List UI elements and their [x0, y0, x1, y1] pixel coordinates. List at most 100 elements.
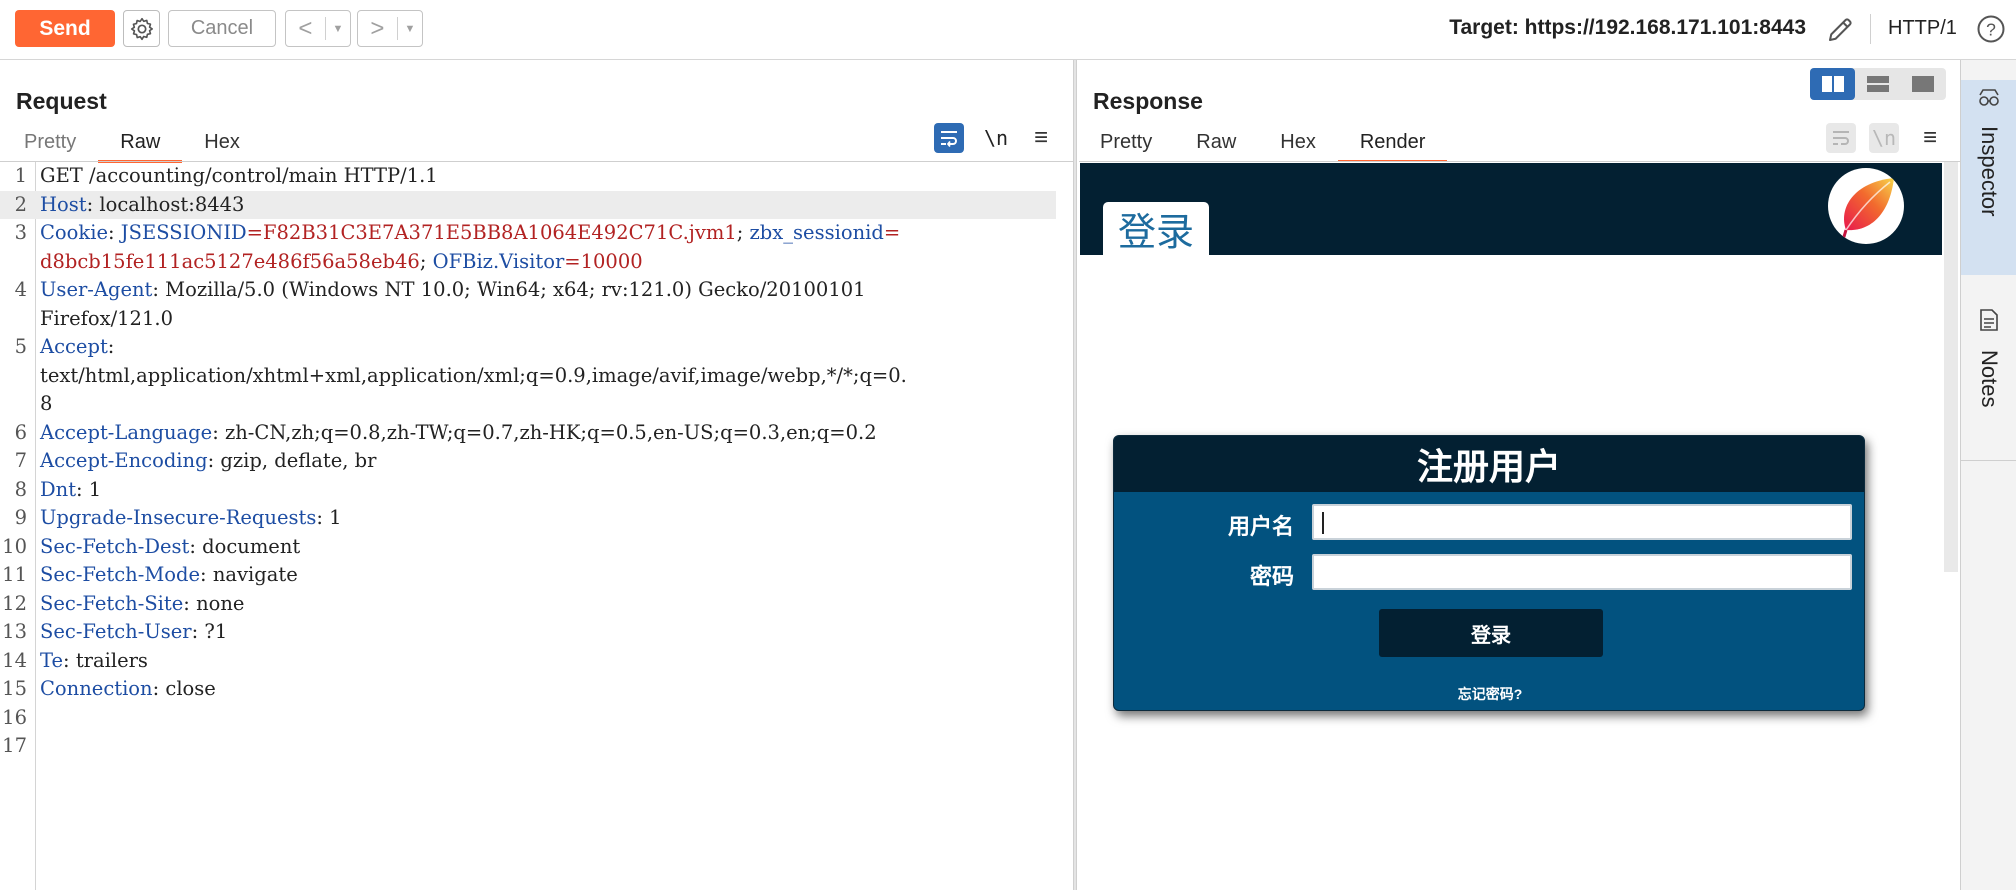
header-name: Host [40, 192, 87, 216]
header-name: Sec-Fetch-User [40, 620, 192, 643]
request-line[interactable]: 13 Sec-Fetch-User: ?1 [0, 618, 1056, 647]
response-wrap-toggle[interactable] [1826, 123, 1856, 153]
header-name: Sec-Fetch-Dest [40, 534, 190, 558]
username-input[interactable] [1312, 504, 1852, 540]
request-line[interactable]: 7 Accept-Encoding: gzip, deflate, br [0, 447, 1056, 476]
request-tabs: Pretty Raw Hex [2, 128, 262, 163]
send-button[interactable]: Send [15, 10, 115, 47]
line-number: 2 [14, 192, 27, 216]
request-editor[interactable]: 1 GET /accounting/control/main HTTP/1.1 2 H… [0, 162, 1073, 890]
response-newline-toggle[interactable]: \n [1869, 123, 1899, 153]
request-line[interactable]: Firefox/121.0 [0, 305, 1056, 334]
header-value: : [108, 221, 121, 244]
tab-response-hex[interactable]: Hex [1258, 128, 1338, 163]
request-line[interactable]: 9 Upgrade-Insecure-Requests: 1 [0, 504, 1056, 533]
line-text: Accept-Encoding: gzip, deflate, br [40, 447, 376, 476]
login-button[interactable]: 登录 [1379, 609, 1603, 657]
forgot-password-link[interactable]: 忘记密码? [1114, 684, 1864, 704]
header-name: User-Agent [40, 278, 153, 301]
username-label: 用户名 [1227, 514, 1294, 539]
tab-response-pretty[interactable]: Pretty [1078, 128, 1174, 163]
inspector-icon [1979, 89, 1999, 106]
line-text: Sec-Fetch-Dest: document [40, 533, 300, 562]
history-back-dropdown[interactable]: ▼ [324, 17, 350, 40]
line-text: d8bcb15fe111ac5127e486f56a58eb46; OFBiz.… [40, 248, 643, 277]
request-line[interactable]: 10 Sec-Fetch-Dest: document [0, 533, 1056, 562]
password-input[interactable] [1312, 554, 1852, 590]
settings-button[interactable] [123, 10, 160, 47]
cancel-button[interactable]: Cancel [168, 10, 276, 47]
request-line[interactable]: 17 [0, 732, 1056, 761]
inspector-tab[interactable]: Inspector [1961, 80, 2016, 275]
request-line[interactable]: 4 User-Agent: Mozilla/5.0 (Windows NT 10.… [0, 276, 1056, 305]
rendered-login-tab[interactable]: 登录 [1103, 202, 1209, 255]
line-number: 15 [2, 677, 27, 700]
response-tabs: Pretty Raw Hex Render [1078, 128, 1448, 163]
tab-response-render[interactable]: Render [1337, 128, 1448, 163]
request-line[interactable]: 8 [0, 390, 1056, 419]
request-line[interactable]: 12 Sec-Fetch-Site: none [0, 590, 1056, 619]
request-line[interactable]: 8 Dnt: 1 [0, 476, 1056, 505]
layout-tabbed-button[interactable] [1900, 68, 1945, 100]
request-panel-title: Request [16, 88, 107, 114]
right-sidebar: Inspector Notes [1960, 60, 2016, 890]
header-value: : 1 [316, 506, 342, 529]
wrap-lines-icon [1833, 131, 1849, 145]
gear-icon [130, 17, 153, 40]
dialog-title: 注册用户 [1114, 436, 1864, 492]
header-name: Accept-Language [40, 420, 213, 444]
line-number: 12 [2, 591, 27, 615]
edit-target-button[interactable] [1822, 12, 1858, 48]
tab-response-raw[interactable]: Raw [1174, 128, 1258, 163]
top-toolbar: Send Cancel < ▼ > ▼ Target: https://192.… [0, 0, 2016, 60]
request-line[interactable]: 3 Cookie: JSESSIONID=F82B31C3E7A371E5BB8A… [0, 219, 1056, 248]
rows-icon [1866, 76, 1889, 92]
notes-tab[interactable]: Notes [1961, 300, 2016, 460]
tab-request-hex[interactable]: Hex [182, 128, 262, 163]
header-value: : localhost:8443 [86, 192, 245, 216]
request-line[interactable]: 15 Connection: close [0, 675, 1056, 704]
hamburger-icon: ≡ [1033, 124, 1048, 151]
layout-side-by-side-button[interactable] [1810, 68, 1855, 100]
request-menu-button[interactable]: ≡ [1026, 123, 1056, 153]
history-back-button[interactable]: < [286, 15, 325, 43]
request-newline-toggle[interactable]: \n [981, 123, 1011, 153]
svg-text:?: ? [1986, 19, 1996, 39]
request-line[interactable]: 5 Accept: [0, 333, 1056, 362]
request-line[interactable]: d8bcb15fe111ac5127e486f56a58eb46; OFBiz.… [0, 248, 1056, 277]
request-line[interactable]: 6 Accept-Language: zh-CN,zh;q=0.8,zh-TW;q… [0, 419, 1056, 448]
line-text: Firefox/121.0 [40, 305, 173, 334]
request-wrap-toggle[interactable] [934, 123, 964, 153]
header-value: : ?1 [191, 620, 228, 643]
request-line[interactable]: 16 [0, 704, 1056, 733]
line-text: Te: trailers [40, 647, 148, 676]
history-forward-button[interactable]: > [358, 15, 397, 43]
header-value: : 1 [76, 477, 102, 501]
request-line[interactable]: 14 Te: trailers [0, 647, 1056, 676]
history-forward-dropdown[interactable]: ▼ [396, 17, 422, 40]
tab-request-pretty[interactable]: Pretty [2, 128, 98, 163]
help-button[interactable]: ? [1974, 12, 2008, 46]
tab-request-raw[interactable]: Raw [98, 128, 183, 163]
line-text: Sec-Fetch-Site: none [40, 590, 244, 619]
render-scrollbar[interactable] [1944, 162, 1958, 572]
text-caret [1322, 512, 1324, 534]
cookie-value: =10000 [564, 249, 643, 273]
line-text: User-Agent: Mozilla/5.0 (Windows NT 10.0… [40, 276, 866, 305]
line-text: Cookie: JSESSIONID=F82B31C3E7A371E5BB8A1… [40, 219, 900, 248]
line-text: text/html,application/xhtml+xml,applicat… [40, 362, 907, 391]
request-line[interactable]: text/html,application/xhtml+xml,applicat… [0, 362, 1056, 391]
header-value: : trailers [63, 648, 148, 672]
response-menu-button[interactable]: ≡ [1915, 123, 1945, 153]
header-value: : [107, 335, 115, 358]
panel-splitter[interactable] [1073, 60, 1077, 890]
request-line[interactable]: 11 Sec-Fetch-Mode: navigate [0, 561, 1056, 590]
request-line[interactable]: 2 Host: localhost:8443 [0, 190, 1056, 219]
header-value: : zh-CN,zh;q=0.8,zh-TW;q=0.7,zh-HK;q=0.5… [212, 420, 877, 444]
header-value: : navigate [200, 563, 298, 586]
layout-stacked-button[interactable] [1855, 68, 1900, 100]
cookie-value: d8bcb15fe111ac5127e486f56a58eb46 [40, 249, 420, 273]
request-line[interactable]: 1 GET /accounting/control/main HTTP/1.1 [0, 162, 1056, 191]
http-version-selector[interactable]: HTTP/1 [1888, 17, 1957, 40]
line-number: 1 [14, 164, 27, 187]
